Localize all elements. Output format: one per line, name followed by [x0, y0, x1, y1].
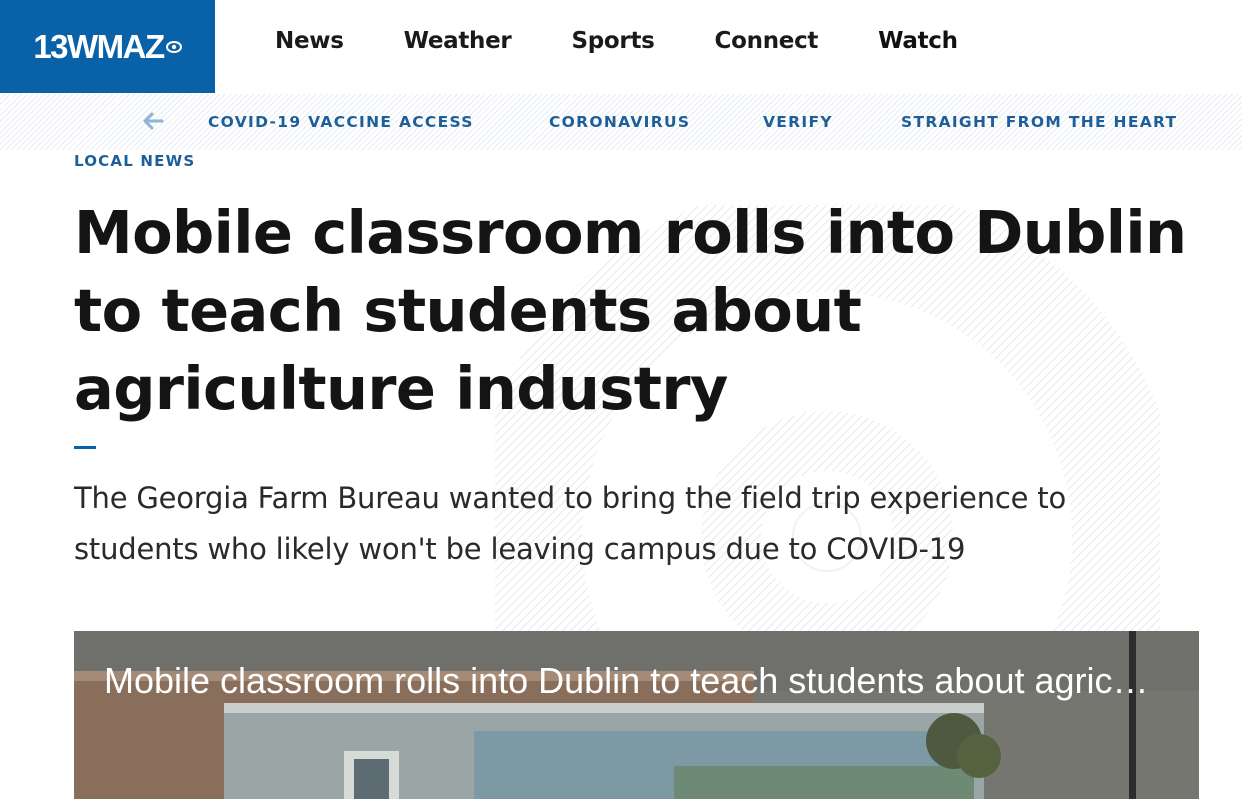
topic-link-straight-from-the-heart[interactable]: STRAIGHT FROM THE HEART: [901, 113, 1177, 131]
site-logo[interactable]: 13WMAZ: [0, 0, 215, 93]
video-title: Mobile classroom rolls into Dublin to te…: [104, 660, 1164, 701]
site-header: 13WMAZ News Weather Sports Connect Watch: [0, 0, 1242, 94]
video-player[interactable]: Mobile classroom rolls into Dublin to te…: [74, 631, 1199, 799]
topic-link-coronavirus[interactable]: CORONAVIRUS: [549, 113, 690, 131]
nav-item-sports[interactable]: Sports: [571, 28, 654, 54]
eye-icon: [165, 40, 182, 53]
article-summary: The Georgia Farm Bureau wanted to bring …: [74, 481, 1066, 566]
nav-item-weather[interactable]: Weather: [404, 28, 512, 54]
video-thumbnail: [74, 631, 1199, 799]
topic-bar: COVID-19 VACCINE ACCESS CORONAVIRUS VERI…: [0, 94, 1242, 150]
nav-item-watch[interactable]: Watch: [878, 28, 958, 54]
topic-link-covid-vaccine[interactable]: COVID-19 VACCINE ACCESS: [208, 113, 474, 131]
nav-item-connect[interactable]: Connect: [715, 28, 819, 54]
topic-link-verify[interactable]: VERIFY: [763, 113, 833, 131]
main-nav: News Weather Sports Connect Watch: [245, 28, 988, 54]
headline-divider: [74, 446, 96, 449]
section-label[interactable]: LOCAL NEWS: [74, 152, 195, 170]
nav-item-news[interactable]: News: [275, 28, 344, 54]
logo-text: 13WMAZ: [33, 27, 165, 65]
article-headline: Mobile classroom rolls into Dublin to te…: [74, 198, 1187, 423]
arrow-left-icon[interactable]: [140, 108, 166, 134]
